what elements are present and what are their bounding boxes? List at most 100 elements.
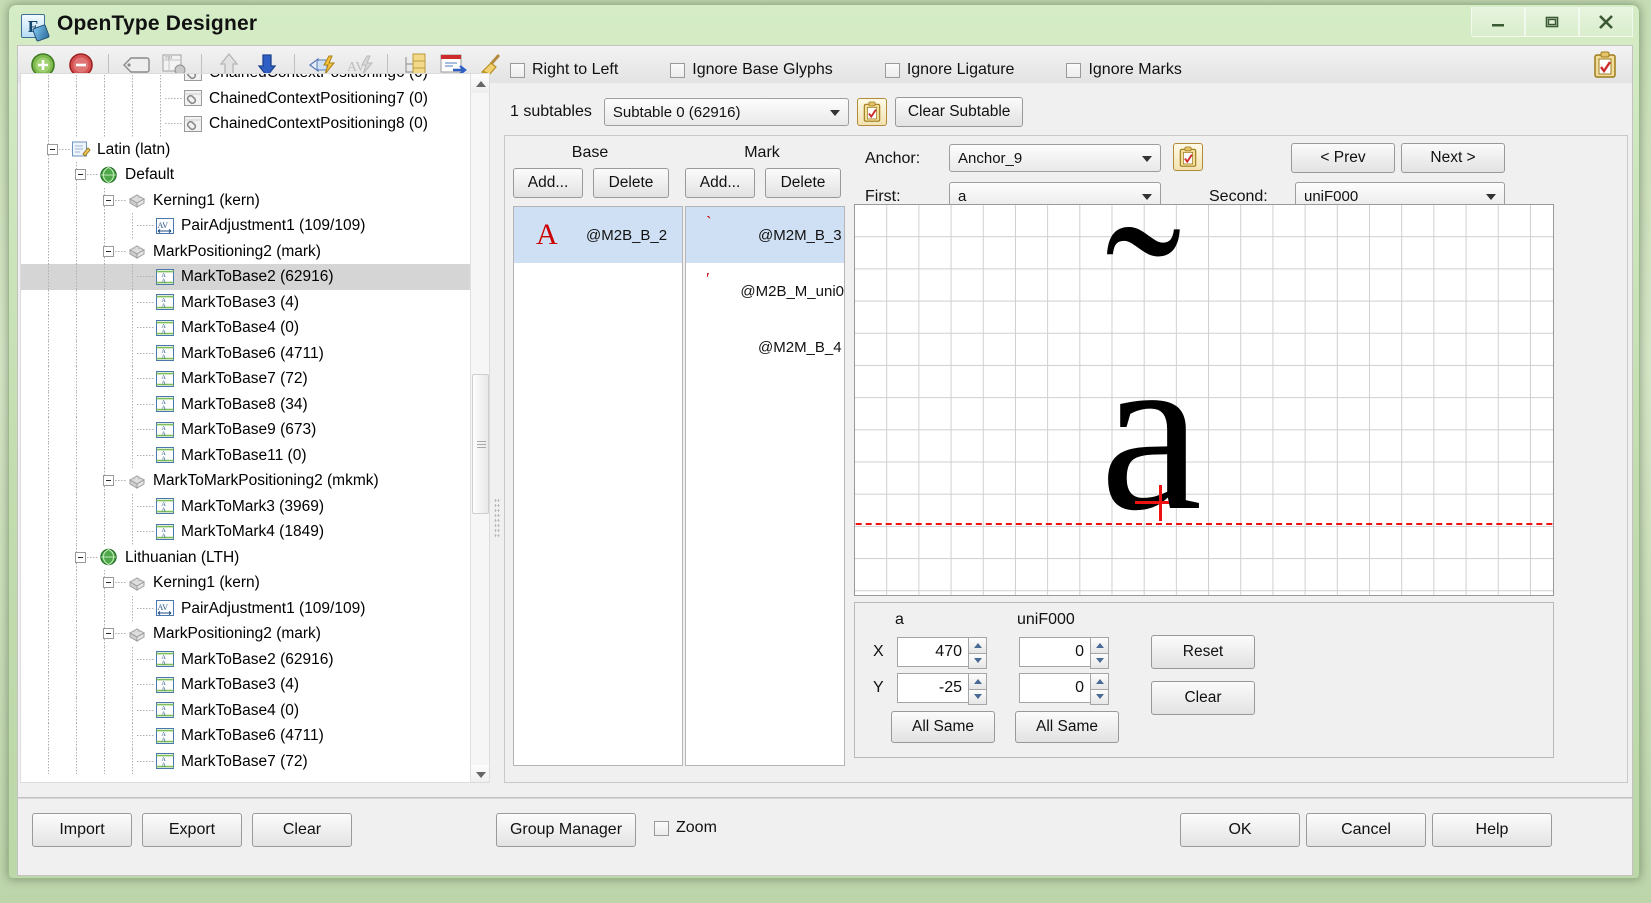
tree-item[interactable]: Kerning1 (kern) [21,187,471,213]
anchor-clipboard-button[interactable] [1173,143,1203,171]
tree-item[interactable]: ChainedContextPositioning6 (0) [21,74,471,86]
glyph-list-item[interactable]: ˋ @M2M_B_3 [686,207,844,263]
second-x-stepper[interactable] [1090,637,1109,669]
tree-item[interactable]: AV PairAdjustment1 (109/109) [21,213,471,239]
tree-collapse-toggle[interactable] [47,143,58,155]
clear-button[interactable]: Clear [1151,681,1255,715]
glyph-preview-canvas[interactable]: ˜ a [854,204,1554,596]
tree-item[interactable]: A A MarkToBase2 (62916) [21,646,471,672]
clipboard-icon[interactable] [1588,50,1622,80]
scroll-up-button[interactable] [471,74,489,93]
mark-glyph-list[interactable]: ˋ @M2M_B_3 ʹ @M2B_M_uni0 @M2M_B_4 [685,206,845,766]
second-all-same-button[interactable]: All Same [1015,711,1119,743]
scroll-down-button[interactable] [471,765,489,782]
import-button[interactable]: Import [32,813,132,847]
first-y-input[interactable]: -25 [897,673,987,705]
close-button[interactable] [1579,7,1633,37]
base-glyph-list[interactable]: A @M2B_B_2 [513,206,683,766]
clear-all-button[interactable]: Clear [252,813,352,847]
stepper-up[interactable] [1090,637,1109,653]
tree-item[interactable]: ChainedContextPositioning7 (0) [21,85,471,111]
tree-scrollbar[interactable] [470,74,489,782]
tree-item[interactable]: A A MarkToBase4 (0) [21,315,471,341]
tree-item[interactable]: Kerning1 (kern) [21,570,471,596]
ok-button[interactable]: OK [1180,813,1300,847]
tree-item[interactable]: A A MarkToMark3 (3969) [21,493,471,519]
kern-icon: AV [155,217,175,235]
glyph-list-item[interactable]: ʹ @M2B_M_uni0 [686,263,844,319]
glyph-list-item[interactable]: A @M2B_B_2 [514,207,682,263]
stepper-down[interactable] [1090,652,1109,669]
stepper-up[interactable] [1090,673,1109,689]
feature-icon [127,472,147,490]
tree-item[interactable]: AV PairAdjustment1 (109/109) [21,595,471,621]
first-x-stepper[interactable] [968,637,987,669]
lookup-tree[interactable]: ChainedContextPositioning6 (0) ChainedCon… [21,74,471,774]
tree-item[interactable]: A A MarkToBase6 (4711) [21,723,471,749]
splitter-handle[interactable] [494,498,500,538]
tree-collapse-toggle[interactable] [103,194,114,206]
anchor-combo[interactable]: Anchor_9 [949,144,1161,172]
tree-item[interactable]: Lithuanian (LTH) [21,544,471,570]
base-add-button[interactable]: Add... [513,168,583,198]
tree-item[interactable]: MarkPositioning2 (mark) [21,621,471,647]
tree-collapse-toggle[interactable] [103,577,114,588]
first-all-same-button[interactable]: All Same [891,711,995,743]
lookup-tree-panel[interactable]: ChainedContextPositioning6 (0) ChainedCon… [20,73,490,783]
tree-item[interactable]: A A MarkToBase9 (673) [21,417,471,443]
tree-item[interactable]: A A MarkToBase11 (0) [21,442,471,468]
tree-item[interactable]: ChainedContextPositioning8 (0) [21,111,471,137]
tree-item[interactable]: A A MarkToBase6 (4711) [21,340,471,366]
ignore-base-glyphs-checkbox[interactable]: Ignore Base Glyphs [670,61,833,79]
tree-item[interactable]: A A MarkToBase3 (4) [21,672,471,698]
tree-item[interactable]: Latin (latn) [21,136,471,162]
right-to-left-checkbox[interactable]: Right to Left [510,61,618,79]
tree-item[interactable]: A A MarkToBase7 (72) [21,366,471,392]
mark-delete-button[interactable]: Delete [765,168,841,198]
tree-item[interactable]: A A MarkToBase7 (72) [21,748,471,774]
clear-subtable-button[interactable]: Clear Subtable [894,97,1024,127]
stepper-down[interactable] [968,652,987,669]
stepper-down[interactable] [968,688,987,705]
group-manager-button[interactable]: Group Manager [496,813,636,847]
ignore-marks-checkbox[interactable]: Ignore Marks [1066,61,1182,79]
stepper-up[interactable] [968,637,987,653]
first-x-input[interactable]: 470 [897,637,987,669]
prev-button[interactable]: < Prev [1291,143,1395,173]
maximize-button[interactable] [1525,7,1579,37]
tree-item[interactable]: A A MarkToBase3 (4) [21,289,471,315]
glyph-list-item[interactable]: @M2M_B_4 [686,319,844,375]
subtable-clipboard-button[interactable] [856,98,887,126]
scroll-thumb[interactable] [472,374,489,514]
next-button[interactable]: Next > [1401,143,1505,173]
second-y-stepper[interactable] [1090,673,1109,705]
svg-text:A: A [161,711,166,718]
tree-collapse-toggle[interactable] [75,169,86,180]
tree-item[interactable]: MarkToMarkPositioning2 (mkmk) [21,468,471,494]
cancel-button[interactable]: Cancel [1306,813,1426,847]
tree-collapse-toggle[interactable] [103,628,114,639]
tree-collapse-toggle[interactable] [103,245,114,257]
tree-item[interactable]: A A MarkToMark4 (1849) [21,519,471,545]
second-x-input[interactable]: 0 [1019,637,1109,669]
first-y-stepper[interactable] [968,673,987,705]
ignore-ligature-checkbox[interactable]: Ignore Ligature [884,61,1014,79]
reset-button[interactable]: Reset [1151,635,1255,669]
export-button[interactable]: Export [142,813,242,847]
second-y-input[interactable]: 0 [1019,673,1109,705]
tree-item[interactable]: A A MarkToBase2 (62916) [21,264,471,290]
subtable-combo[interactable]: Subtable 0 (62916) [603,98,849,126]
minimize-button[interactable] [1471,7,1525,37]
tree-collapse-toggle[interactable] [103,475,114,486]
stepper-up[interactable] [968,673,987,689]
zoom-checkbox[interactable]: Zoom [654,819,717,837]
tree-item[interactable]: Default [21,162,471,188]
mark-add-button[interactable]: Add... [685,168,755,198]
tree-item[interactable]: MarkPositioning2 (mark) [21,238,471,264]
tree-item[interactable]: A A MarkToBase8 (34) [21,391,471,417]
tree-item[interactable]: A A MarkToBase4 (0) [21,697,471,723]
tree-collapse-toggle[interactable] [75,551,86,563]
base-delete-button[interactable]: Delete [593,168,669,198]
help-button[interactable]: Help [1432,813,1552,847]
stepper-down[interactable] [1090,688,1109,705]
